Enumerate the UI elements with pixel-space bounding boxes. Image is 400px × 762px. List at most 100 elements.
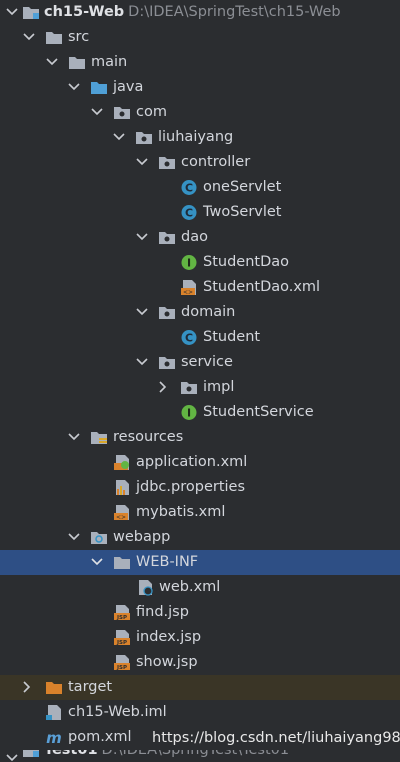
properties-file-icon [113, 479, 131, 496]
tree-item-webapp[interactable]: webapp [0, 525, 400, 550]
tree-item-jdbc-properties[interactable]: jdbc.properties [0, 475, 400, 500]
tree-item-label: domain [181, 304, 236, 320]
iml-file-icon [45, 704, 63, 721]
svg-text:C: C [185, 332, 193, 345]
tree-item-com[interactable]: com [0, 100, 400, 125]
tree-item-label: com [136, 104, 167, 120]
svg-text:JSP: JSP [116, 615, 127, 621]
java-class-icon: C [180, 329, 198, 346]
tree-item-label: pom.xml [68, 729, 132, 745]
folder-icon [68, 54, 86, 71]
tree-item-label: jdbc.properties [136, 479, 246, 495]
chevron-down-icon[interactable] [6, 0, 18, 25]
svg-text:JSP: JSP [116, 640, 127, 646]
watermark-text: https://blog.csdn.net/liuhaiyang98 [152, 730, 400, 746]
package-icon [158, 354, 176, 371]
chevron-down-icon[interactable] [91, 550, 103, 575]
package-icon [180, 379, 198, 396]
chevron-down-icon[interactable] [113, 125, 125, 150]
tree-item-liuhaiyang[interactable]: liuhaiyang [0, 125, 400, 150]
folder-icon [45, 29, 63, 46]
chevron-down-icon[interactable] [6, 750, 18, 762]
tree-item-controller[interactable]: controller [0, 150, 400, 175]
tree-item-label: src [68, 29, 90, 45]
tree-item-label: dao [181, 229, 208, 245]
tree-item-studentdao[interactable]: I StudentDao [0, 250, 400, 275]
tree-item-label: application.xml [136, 454, 248, 470]
tree-item-label: WEB-INF [136, 554, 199, 570]
xml-file-icon: <> [113, 504, 131, 521]
tree-item-label: oneServlet [203, 179, 282, 195]
java-interface-icon: I [180, 404, 198, 421]
java-interface-icon: I [180, 254, 198, 271]
tree-item-application-xml[interactable]: application.xml [0, 450, 400, 475]
svg-text:I: I [187, 407, 191, 420]
tree-item-studentservice[interactable]: I StudentService [0, 400, 400, 425]
tree-item-twoservlet[interactable]: C TwoServlet [0, 200, 400, 225]
svg-text:m: m [46, 729, 62, 746]
tree-item-next-project[interactable]: Test01 D:\IDEA\SpringTest\Test01 [0, 750, 400, 762]
tree-item-src[interactable]: src [0, 25, 400, 50]
tree-item-iml[interactable]: ch15-Web.iml [0, 700, 400, 725]
tree-item-oneservlet[interactable]: C oneServlet [0, 175, 400, 200]
tree-item-label: webapp [113, 529, 171, 545]
tree-item-label: show.jsp [136, 654, 198, 670]
chevron-down-icon[interactable] [68, 525, 80, 550]
tree-item-label: TwoServlet [203, 204, 282, 220]
jsp-file-icon: JSP [113, 629, 131, 646]
tree-item-index-jsp[interactable]: JSP index.jsp [0, 625, 400, 650]
tree-item-label: java [113, 79, 144, 95]
svg-text:JSP: JSP [116, 665, 127, 671]
tree-item-web-inf[interactable]: WEB-INF [0, 550, 400, 575]
tree-item-student[interactable]: C Student [0, 325, 400, 350]
tree-item-find-jsp[interactable]: JSP find.jsp [0, 600, 400, 625]
java-class-icon: C [180, 179, 198, 196]
tree-item-service[interactable]: service [0, 350, 400, 375]
source-folder-icon [90, 79, 108, 96]
module-folder-icon [22, 4, 40, 21]
chevron-down-icon[interactable] [46, 50, 58, 75]
jsp-file-icon: JSP [113, 604, 131, 621]
tree-item-mybatis-xml[interactable]: <> mybatis.xml [0, 500, 400, 525]
tree-item-label: StudentService [203, 404, 314, 420]
tree-item-label: target [68, 679, 113, 695]
svg-text:<>: <> [116, 514, 126, 521]
chevron-right-icon[interactable] [23, 675, 35, 700]
tree-item-impl[interactable]: impl [0, 375, 400, 400]
chevron-down-icon[interactable] [136, 350, 148, 375]
tree-item-java[interactable]: java [0, 75, 400, 100]
project-tree: ch15-Web D:\IDEA\SpringTest\ch15-Web src … [0, 0, 400, 750]
chevron-down-icon[interactable] [136, 300, 148, 325]
web-folder-icon [90, 529, 108, 546]
chevron-down-icon[interactable] [91, 100, 103, 125]
spring-xml-file-icon [113, 454, 131, 471]
tree-item-show-jsp[interactable]: JSP show.jsp [0, 650, 400, 675]
chevron-down-icon[interactable] [136, 150, 148, 175]
web-xml-file-icon [136, 579, 154, 596]
chevron-right-icon[interactable] [159, 375, 171, 400]
tree-item-dao[interactable]: dao [0, 225, 400, 250]
excluded-folder-icon [45, 679, 63, 696]
svg-text:C: C [185, 207, 193, 220]
tree-item-domain[interactable]: domain [0, 300, 400, 325]
package-icon [158, 304, 176, 321]
next-project-label: Test01 D:\IDEA\SpringTest\Test01 [44, 750, 289, 762]
package-icon [158, 154, 176, 171]
tree-item-label: index.jsp [136, 629, 202, 645]
chevron-down-icon[interactable] [23, 25, 35, 50]
tree-item-resources[interactable]: resources [0, 425, 400, 450]
chevron-down-icon[interactable] [68, 75, 80, 100]
next-project-path: D:\IDEA\SpringTest\Test01 [101, 750, 290, 758]
chevron-down-icon[interactable] [68, 425, 80, 450]
tree-item-label: main [91, 54, 128, 70]
tree-item-project-root[interactable]: ch15-Web D:\IDEA\SpringTest\ch15-Web [0, 0, 400, 25]
tree-item-main[interactable]: main [0, 50, 400, 75]
chevron-down-icon[interactable] [136, 225, 148, 250]
next-project-name: Test01 [44, 750, 98, 758]
tree-item-target[interactable]: target [0, 675, 400, 700]
tree-item-label: web.xml [159, 579, 221, 595]
tree-item-label: liuhaiyang [158, 129, 234, 145]
tree-item-web-xml[interactable]: web.xml [0, 575, 400, 600]
project-name: ch15-Web [44, 4, 125, 20]
tree-item-studentdao-xml[interactable]: <> StudentDao.xml [0, 275, 400, 300]
